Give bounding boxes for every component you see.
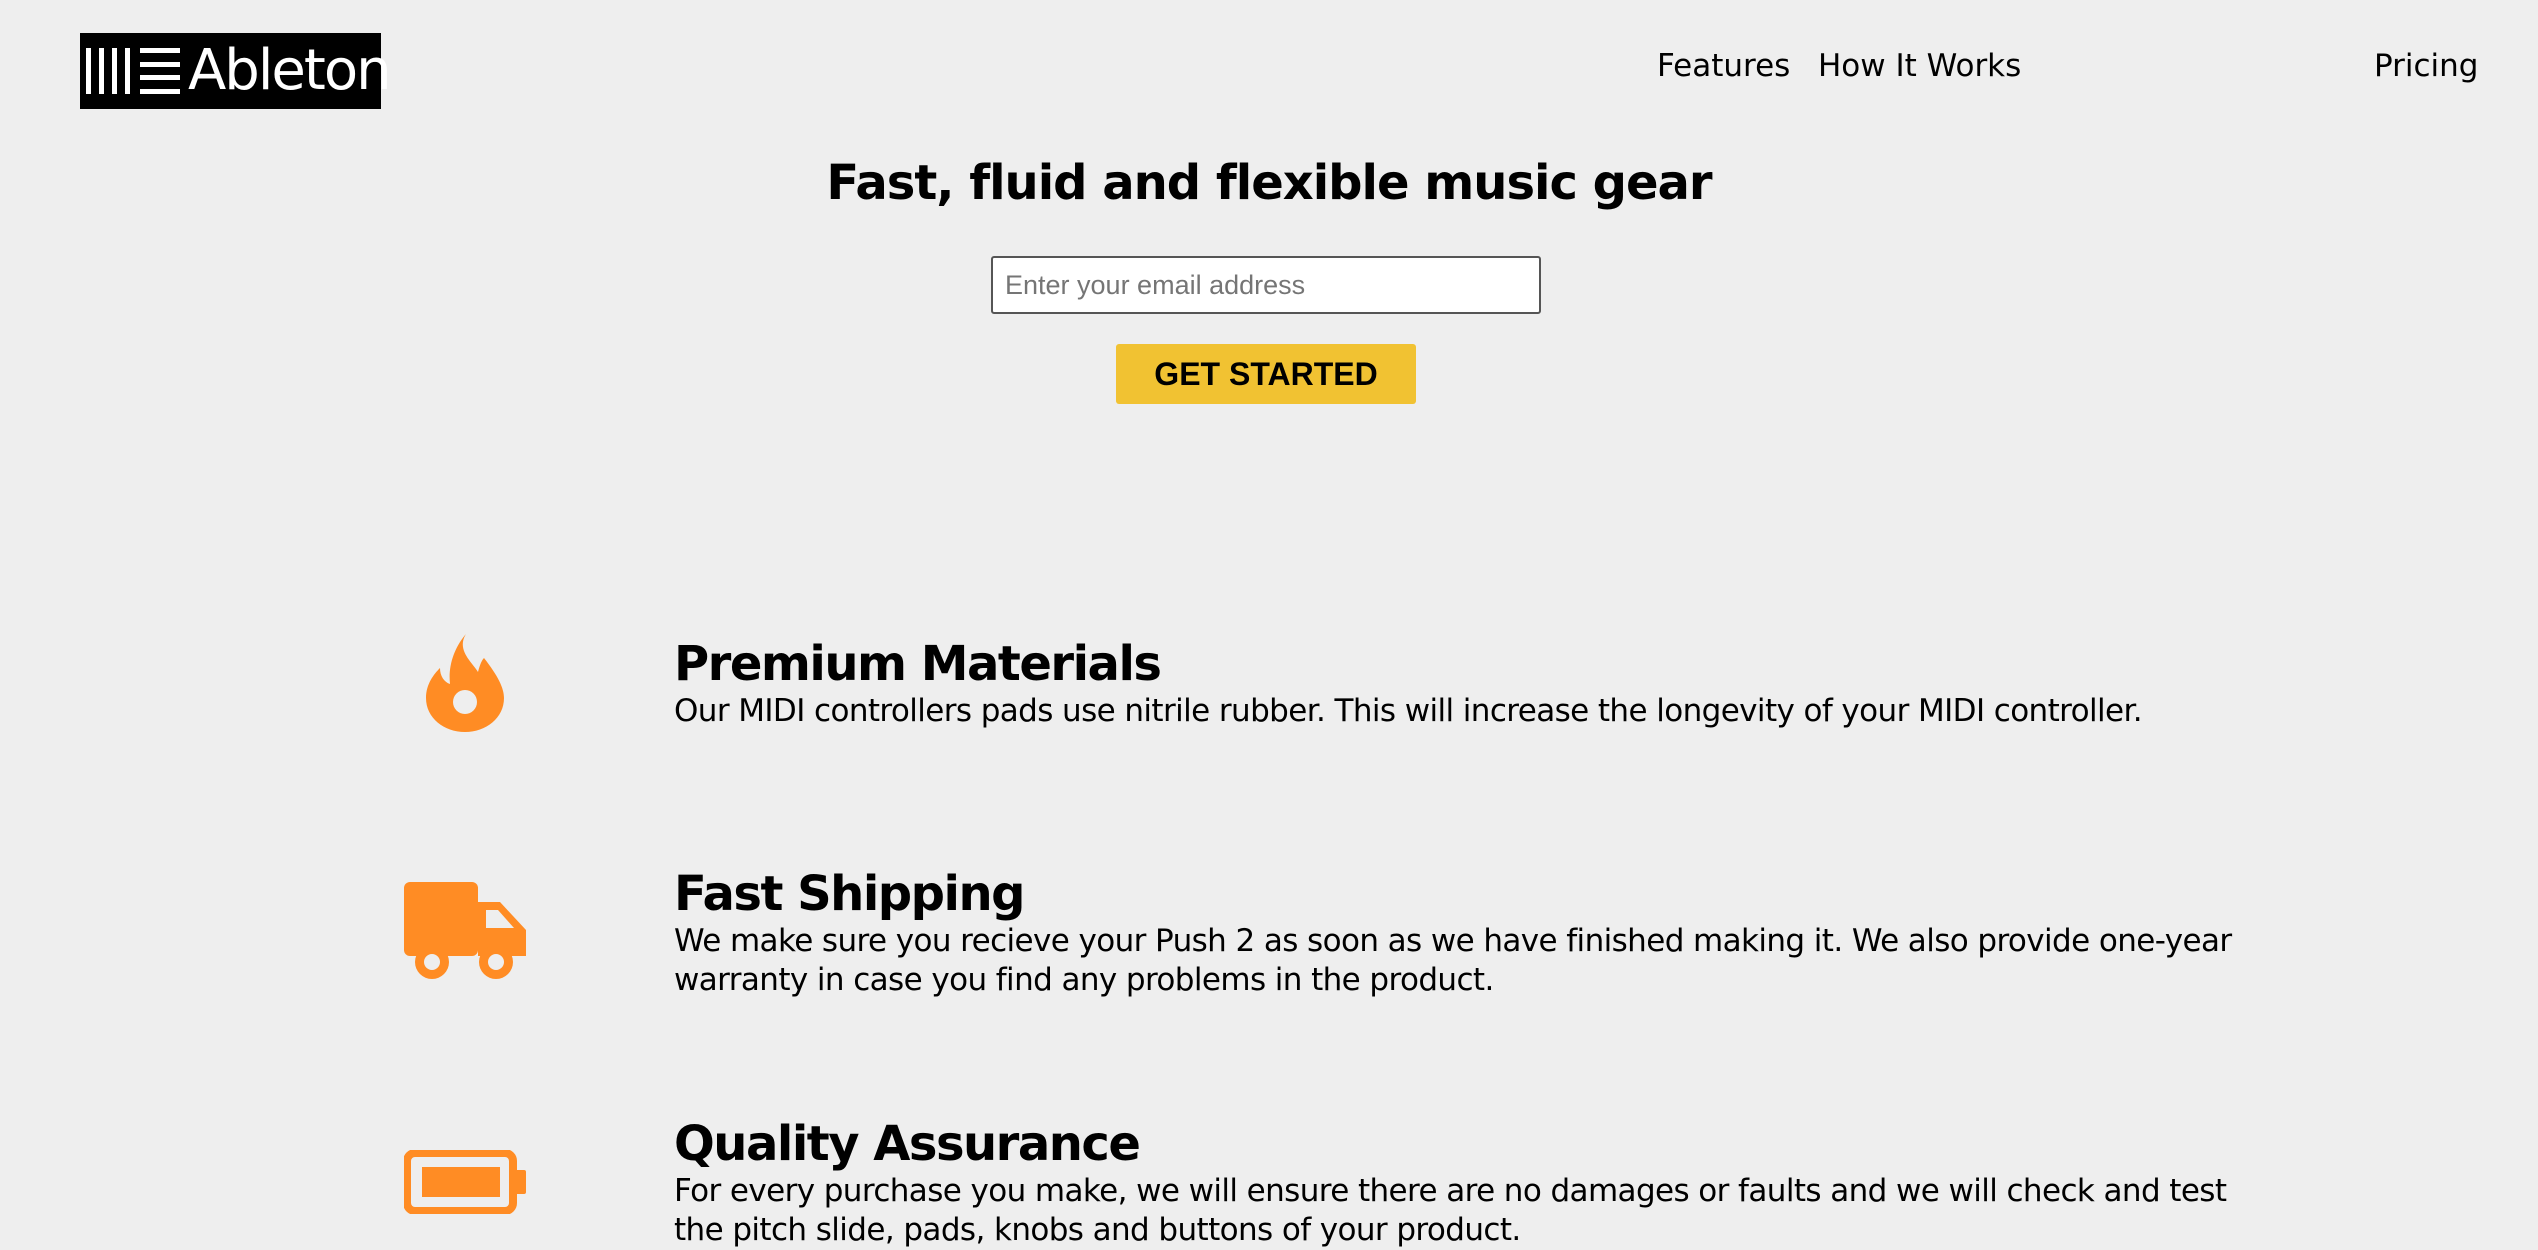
site-header: Ableton Features How It Works Pricing [0, 0, 2538, 140]
feature-title: Quality Assurance [674, 1116, 1141, 1172]
get-started-button[interactable]: GET STARTED [1116, 344, 1416, 404]
main-nav: Features How It Works Pricing [1538, 48, 2538, 98]
fire-icon [395, 632, 535, 732]
feature-description: For every purchase you make, we will ens… [674, 1173, 2227, 1248]
ableton-logo-mark-icon [86, 48, 180, 94]
feature-description: Our MIDI controllers pads use nitrile ru… [674, 693, 2143, 729]
nav-link-pricing[interactable]: Pricing [2374, 48, 2479, 84]
email-input[interactable] [991, 256, 1541, 314]
feature-description: We make sure you recieve your Push 2 as … [674, 923, 2232, 998]
hero-title: Fast, fluid and flexible music gear [826, 155, 1712, 211]
feature-title: Premium Materials [674, 636, 1162, 692]
feature-title: Fast Shipping [674, 866, 1026, 922]
logo-wordmark: Ableton [188, 38, 392, 103]
battery-icon [395, 1150, 535, 1214]
nav-link-how-it-works[interactable]: How It Works [1818, 48, 2021, 84]
truck-icon [395, 882, 535, 980]
nav-link-features[interactable]: Features [1657, 48, 1790, 84]
ableton-logo[interactable]: Ableton [80, 33, 392, 109]
